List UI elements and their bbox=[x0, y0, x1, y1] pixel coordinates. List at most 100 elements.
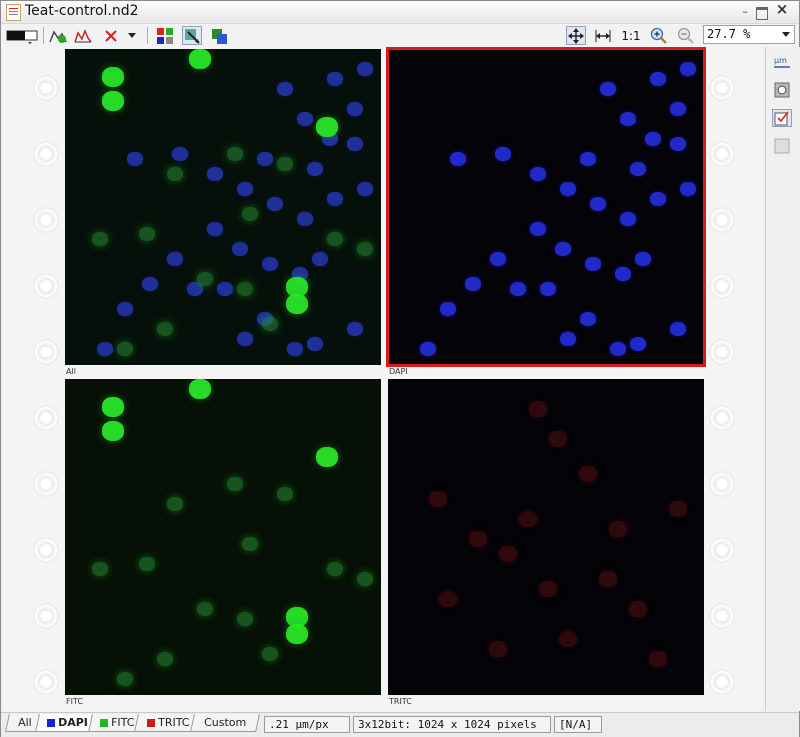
pick-color-icon[interactable] bbox=[772, 81, 792, 99]
background-ornament bbox=[33, 339, 59, 365]
split-channels-icon[interactable] bbox=[209, 26, 229, 45]
cell-blob bbox=[530, 167, 546, 181]
image-canvas[interactable]: All DAPI FITC TRITC bbox=[3, 47, 763, 711]
chevron-down-icon bbox=[782, 32, 790, 37]
cell-blob bbox=[127, 152, 143, 166]
cell-blob bbox=[620, 212, 636, 226]
background-ornament bbox=[709, 141, 735, 167]
cell-blob bbox=[197, 601, 213, 617]
cell-blob bbox=[307, 162, 323, 176]
cell-blob bbox=[620, 112, 636, 126]
cell-blob bbox=[560, 332, 576, 346]
background-ornament bbox=[709, 405, 735, 431]
cell-blob bbox=[312, 252, 328, 266]
cell-blob bbox=[242, 206, 258, 222]
maximize-button[interactable] bbox=[756, 7, 768, 20]
background-ornament bbox=[709, 207, 735, 233]
scale-bar-icon[interactable]: µm bbox=[772, 53, 792, 71]
image-view-dapi[interactable] bbox=[388, 49, 704, 365]
cell-blob bbox=[142, 277, 158, 291]
zoom-select[interactable]: 27.7 % bbox=[703, 25, 795, 44]
cell-blob bbox=[262, 646, 278, 662]
document-icon bbox=[6, 4, 21, 21]
histogram-icon[interactable] bbox=[73, 26, 93, 45]
cell-blob bbox=[629, 601, 647, 617]
cell-blob bbox=[440, 302, 456, 316]
cell-blob bbox=[102, 67, 124, 87]
annotation-icon[interactable] bbox=[772, 109, 792, 127]
channel-overlay-icon[interactable] bbox=[182, 26, 202, 45]
cell-blob bbox=[92, 561, 108, 577]
cell-blob bbox=[630, 162, 646, 176]
zoom-out-icon[interactable] bbox=[676, 26, 696, 45]
blank-tool-icon[interactable] bbox=[772, 137, 792, 155]
cell-blob bbox=[316, 117, 338, 137]
cell-blob bbox=[327, 231, 343, 247]
cell-blob bbox=[450, 152, 466, 166]
cell-blob bbox=[167, 496, 183, 512]
cell-blob bbox=[560, 182, 576, 196]
cell-blob bbox=[207, 222, 223, 236]
zoom-in-icon[interactable] bbox=[649, 26, 669, 45]
cell-blob bbox=[316, 447, 338, 467]
cell-blob bbox=[630, 337, 646, 351]
image-info-readout: 3x12bit: 1024 x 1024 pixels bbox=[353, 716, 551, 733]
background-ornament bbox=[709, 603, 735, 629]
cell-blob bbox=[495, 147, 511, 161]
cell-blob bbox=[277, 486, 293, 502]
background-ornament bbox=[709, 339, 735, 365]
cell-blob bbox=[609, 521, 627, 537]
toolbar-separator bbox=[147, 27, 148, 44]
cell-blob bbox=[490, 252, 506, 266]
cell-blob bbox=[439, 591, 457, 607]
resolution-readout: .21 µm/px bbox=[264, 716, 350, 733]
background-ornament bbox=[709, 669, 735, 695]
cell-blob bbox=[579, 466, 597, 482]
fit-to-window-icon[interactable] bbox=[566, 26, 586, 45]
right-side-toolbar: µm bbox=[765, 47, 800, 711]
cell-blob bbox=[670, 137, 686, 151]
multichannel-view-icon[interactable] bbox=[155, 26, 175, 45]
chevron-down-icon[interactable] bbox=[125, 26, 139, 45]
cell-blob bbox=[670, 322, 686, 336]
cell-blob bbox=[237, 182, 253, 196]
cell-blob bbox=[237, 332, 253, 346]
extra-readout: [N/A] bbox=[554, 716, 602, 733]
cell-blob bbox=[267, 197, 283, 211]
close-button[interactable]: × bbox=[775, 2, 789, 17]
document-window: Teat-control.nd2 – × 1:1 27.7 % All DAPI… bbox=[0, 0, 800, 737]
toolbar-separator bbox=[43, 27, 44, 44]
background-ornament bbox=[33, 141, 59, 167]
background-ornament bbox=[33, 405, 59, 431]
background-ornament bbox=[33, 207, 59, 233]
cell-blob bbox=[580, 312, 596, 326]
channel-tab-label: FITC bbox=[110, 716, 135, 729]
cell-blob bbox=[549, 431, 567, 447]
cell-blob bbox=[650, 192, 666, 206]
background-ornament bbox=[33, 471, 59, 497]
cell-blob bbox=[286, 294, 308, 314]
cell-blob bbox=[327, 561, 343, 577]
channel-tab-label: Custom bbox=[204, 716, 247, 729]
image-view-tritc[interactable] bbox=[388, 379, 704, 695]
cell-blob bbox=[227, 476, 243, 492]
pane-label: FITC bbox=[66, 697, 83, 706]
cell-blob bbox=[649, 651, 667, 667]
zoom-value: 27.7 % bbox=[707, 27, 751, 41]
cell-blob bbox=[540, 282, 556, 296]
background-ornament bbox=[709, 273, 735, 299]
lut-display-button[interactable] bbox=[5, 26, 39, 45]
auto-lut-icon[interactable] bbox=[48, 26, 68, 45]
zoom-one-to-one-button[interactable]: 1:1 bbox=[620, 26, 642, 45]
image-view-all[interactable] bbox=[65, 49, 381, 365]
channel-tab-custom[interactable]: Custom bbox=[190, 714, 260, 732]
image-view-fitc[interactable] bbox=[65, 379, 381, 695]
cell-blob bbox=[102, 421, 124, 441]
fit-width-icon[interactable] bbox=[593, 26, 613, 45]
minimize-button[interactable]: – bbox=[738, 5, 752, 18]
cell-blob bbox=[189, 379, 211, 399]
cell-blob bbox=[539, 581, 557, 597]
cell-blob bbox=[429, 491, 447, 507]
cell-blob bbox=[167, 166, 183, 182]
reset-lut-icon[interactable] bbox=[101, 26, 121, 45]
